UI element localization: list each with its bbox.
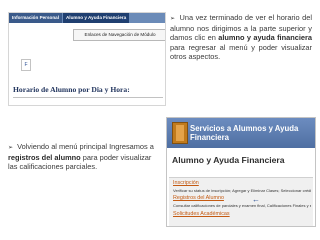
menu-link-solicitudes[interactable]: Solicitudes Académicas [173,211,230,217]
instruction-text-2: para regresar al menú y poder visualizar… [170,42,312,61]
divider [13,97,163,98]
instruction-text-3: Volviendo al menú principal Ingresamos a [17,142,154,151]
instruction-bold-2: registros del alumno [8,153,81,163]
menu-link-registros[interactable]: Registros del Alumno [173,195,224,201]
schedule-screenshot: Información Personal Alumno y Ayuda Fina… [8,12,166,106]
building-logo-icon [172,122,188,144]
menu-desc-inscripcion: Verificar su status de inscripción; Agre… [173,188,311,193]
tab-personal-info[interactable]: Información Personal [9,13,62,23]
menu-link-inscripcion[interactable]: Inscripción [173,180,199,186]
student-services-screenshot: Servicios a Alumnos y Ayuda Financiera A… [166,117,316,227]
instruction-paragraph-right: ➢ Una vez terminado de ver el horario de… [170,13,312,61]
module-navigation-link[interactable]: Enlaces de Navegación de Módulo [73,29,165,41]
menu-desc-registros: Consultar calificaciones de parciales y … [173,203,311,208]
arrow-left-icon: ← [120,13,129,23]
services-banner: Servicios a Alumnos y Ayuda Financiera [167,118,315,148]
bullet-arrow-icon: ➢ [8,145,14,151]
bullet-arrow-icon: ➢ [170,16,176,22]
instruction-paragraph-left: ➢ Volviendo al menú principal Ingresamos… [8,142,156,172]
small-field[interactable]: F [21,59,31,71]
banner-title: Servicios a Alumnos y Ayuda Financiera [190,124,299,142]
instruction-bold-1: alumno y ayuda financiera [218,33,312,43]
menu-section: Inscripción Verificar su status de inscr… [169,177,313,226]
page-subtitle: Alumno y Ayuda Financiera [172,155,285,165]
schedule-title: Horario de Alumno por Dia y Hora: [13,85,130,94]
module-nav-bar: Información Personal Alumno y Ayuda Fina… [9,13,165,23]
